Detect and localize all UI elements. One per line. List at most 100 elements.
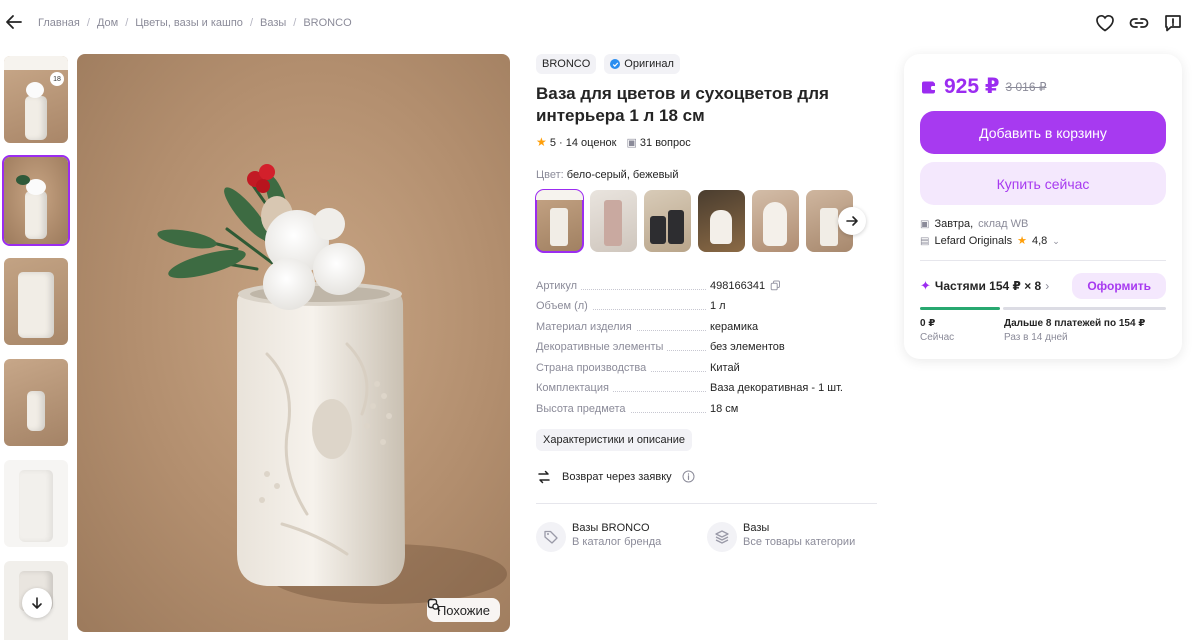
questions-count: 31 вопрос: [639, 136, 691, 149]
vase-illustration: [157, 164, 507, 604]
heart-icon[interactable]: [1094, 12, 1116, 34]
arrow-right-icon: [846, 216, 858, 226]
price: 925 ₽: [944, 75, 1000, 98]
spec-value: 498166341: [710, 279, 766, 292]
thumbnail-2[interactable]: [2, 155, 70, 246]
color-option-3[interactable]: [644, 190, 691, 252]
delivery-box-icon: ▣: [920, 219, 930, 230]
plan-now-amount: 0 ₽: [920, 318, 936, 329]
similar-button[interactable]: Похожие: [426, 598, 500, 622]
spec-value: 18 см: [710, 402, 739, 415]
plan-next-amount: Дальше 8 платежей по 154 ₽: [1004, 318, 1146, 329]
breadcrumb-separator: /: [125, 17, 129, 29]
buy-now-button[interactable]: Купить сейчас: [920, 162, 1166, 205]
color-option-5[interactable]: [752, 190, 799, 252]
questions-icon: ▣: [626, 136, 637, 149]
rating-value: 5: [549, 137, 556, 149]
link-icon[interactable]: [1128, 12, 1150, 34]
breadcrumb-flowers[interactable]: Цветы, вазы и кашпо: [135, 17, 243, 29]
chevron-right-icon: ›: [1045, 279, 1050, 293]
breadcrumb-dom[interactable]: Дом: [97, 17, 118, 29]
similar-search-icon: [427, 598, 441, 612]
brand-catalog-title: Вазы BRONCO: [572, 521, 650, 534]
spec-row: Артикул 498166341: [536, 273, 881, 294]
back-arrow-icon[interactable]: [4, 12, 24, 32]
copy-icon[interactable]: [770, 280, 781, 291]
installments-progress: [920, 307, 1166, 310]
rating[interactable]: ★ 5 · 14 оценок: [536, 135, 616, 149]
questions[interactable]: ▣ 31 вопрос: [626, 136, 690, 149]
thumbnail-4[interactable]: [2, 357, 70, 448]
arrow-down-icon: [32, 597, 42, 609]
delivery-row: ▣ Завтра, склад WB: [920, 216, 1166, 233]
spec-key: Артикул: [536, 279, 582, 292]
star-icon: ★: [536, 135, 547, 149]
thumbnail-1[interactable]: 18: [2, 54, 70, 145]
breadcrumb-brand[interactable]: BRONCO: [303, 17, 351, 29]
seller-rating: 4,8: [1031, 235, 1048, 247]
spec-row: Страна производства Китай: [536, 355, 881, 376]
rating-row: ★ 5 · 14 оценок ▣ 31 вопрос: [536, 135, 881, 149]
color-label: Цвет:: [536, 169, 564, 181]
product-info: BRONCO Оригинал Ваза для цветов и сухоцв…: [535, 54, 881, 552]
product-title: Ваза для цветов и сухоцветов для интерье…: [536, 84, 829, 125]
price-row: 925 ₽ 3 016 ₽: [920, 74, 1166, 99]
spec-row: Материал изделия керамика: [536, 314, 881, 335]
spec-row: Объем (л) 1 л: [536, 294, 881, 315]
plan-next-label: Раз в 14 дней: [1004, 332, 1068, 343]
spec-key: Материал изделия: [536, 320, 636, 333]
seller-name: Lefard Originals: [934, 235, 1013, 247]
installments-row: ✦ Частями 154 ₽ × 8 › Оформить: [920, 273, 1166, 299]
color-option-2[interactable]: [590, 190, 637, 252]
old-price: 3 016 ₽: [1005, 79, 1047, 94]
installments-icon: ✦: [920, 278, 931, 293]
progress-remaining: [1003, 307, 1166, 310]
report-icon[interactable]: [1162, 12, 1184, 34]
spec-row: Декоративные элементы без элементов: [536, 335, 881, 356]
progress-paid: [920, 307, 1000, 310]
spec-value: Ваза декоративная - 1 шт.: [710, 382, 843, 394]
spec-value: Китай: [710, 361, 740, 374]
spec-key: Объем (л): [536, 300, 592, 312]
divider: [536, 502, 877, 504]
thumbnail-3[interactable]: [2, 256, 70, 347]
category-link[interactable]: Вазы Все товары категории: [707, 521, 878, 552]
specs-table: Артикул 498166341 Объем (л) 1 л Материал…: [536, 273, 881, 417]
color-option-1[interactable]: [535, 189, 584, 253]
breadcrumb: Главная / Дом / Цветы, вазы и кашпо / Ва…: [38, 17, 352, 29]
installments-button[interactable]: Оформить: [1072, 273, 1166, 299]
color-option-4[interactable]: [698, 190, 745, 252]
chevron-down-icon: ⌄: [1052, 236, 1060, 246]
return-arrows-icon: [538, 470, 550, 483]
color-value: бело-серый, бежевый: [566, 169, 679, 181]
category-links: Вазы BRONCO В каталог бренда Вазы Все то…: [536, 521, 881, 552]
brand-catalog-link[interactable]: Вазы BRONCO В каталог бренда: [536, 521, 707, 552]
info-icon[interactable]: [682, 470, 695, 483]
characteristics-button[interactable]: Характеристики и описание: [536, 428, 692, 451]
spec-row: Комплектация Ваза декоративная - 1 шт.: [536, 376, 881, 397]
color-options: [535, 189, 881, 253]
color-options-next-button[interactable]: [838, 207, 866, 235]
installments-plan: 0 ₽ Сейчас Дальше 8 платежей по 154 ₽ Ра…: [920, 318, 1166, 343]
add-to-cart-button[interactable]: Добавить в корзину: [920, 111, 1166, 154]
top-actions: [1094, 12, 1184, 34]
seller-store-icon: ▤: [920, 236, 930, 247]
original-badge[interactable]: Оригинал: [604, 54, 680, 74]
main-product-image[interactable]: Похожие: [77, 54, 510, 632]
spec-key: Страна производства: [536, 361, 651, 374]
seller-row[interactable]: ▤ Lefard Originals ★ 4,8 ⌄: [920, 233, 1166, 250]
brand-catalog-subtitle: В каталог бренда: [572, 535, 662, 548]
buy-card: 925 ₽ 3 016 ₽ Добавить в корзину Купить …: [904, 54, 1182, 359]
breadcrumb-home[interactable]: Главная: [38, 17, 80, 29]
thumbnail-5[interactable]: [2, 458, 70, 549]
original-label: Оригинал: [624, 58, 674, 70]
thumbnails-scroll-down-button[interactable]: [22, 588, 52, 618]
thumbnail-badge: 18: [50, 72, 64, 86]
wallet-icon: [922, 81, 936, 93]
brand-badge[interactable]: BRONCO: [536, 54, 597, 74]
breadcrumb-vases[interactable]: Вазы: [260, 17, 286, 29]
spec-row: Высота предмета 18 см: [536, 396, 881, 417]
spec-key: Комплектация: [536, 382, 613, 394]
installments-text: Частями 154 ₽ × 8: [934, 279, 1042, 293]
installments-link[interactable]: ✦ Частями 154 ₽ × 8 ›: [920, 278, 1049, 294]
